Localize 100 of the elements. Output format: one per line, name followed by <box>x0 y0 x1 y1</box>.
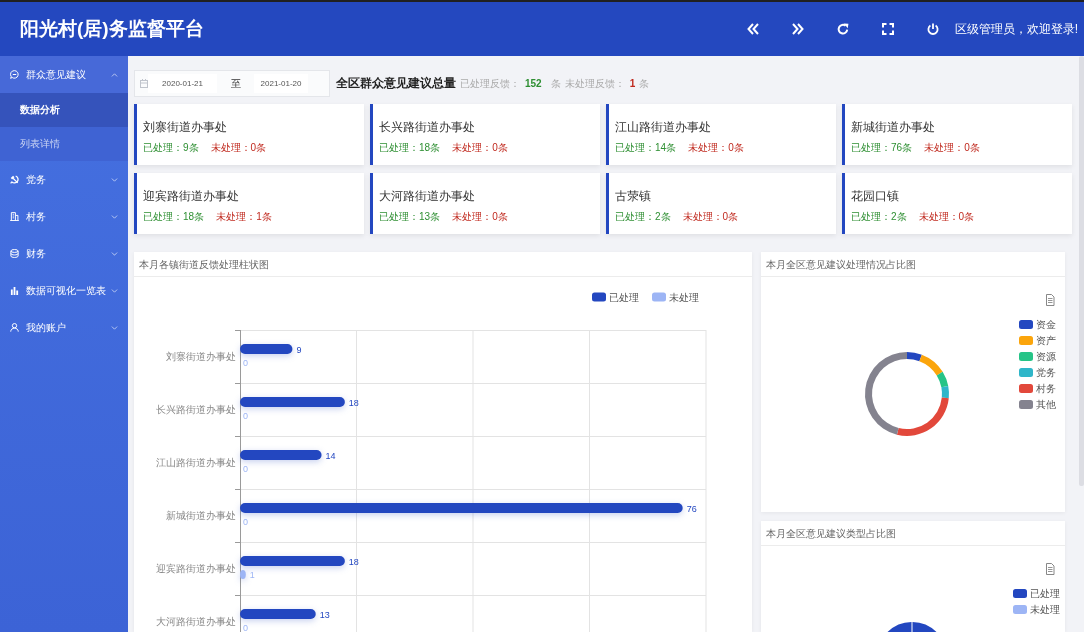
menu-item[interactable]: 财务 <box>0 235 128 272</box>
data-label: 9 <box>296 344 302 355</box>
count-unit: 条 <box>639 76 650 91</box>
processed-label: 已处理反馈： <box>460 76 520 91</box>
pending-stat: 未处理：0条 <box>682 210 739 224</box>
data-label: 18 <box>348 397 359 408</box>
legend-swatch-icon[interactable] <box>1019 368 1033 377</box>
category-label: 新城街道办事处 <box>166 510 236 521</box>
office-name: 新城街道办事处 <box>851 119 936 136</box>
office-name: 古荥镇 <box>615 188 652 205</box>
panel-title: 本月各镇街道反馈处理柱状图 <box>134 252 752 277</box>
legend-swatch-icon[interactable] <box>1019 400 1033 409</box>
hammer-sickle-icon <box>10 175 19 184</box>
data-label: 14 <box>325 450 336 461</box>
submenu-item[interactable]: 列表详情 <box>0 127 128 161</box>
legend-label[interactable]: 村务 <box>1036 383 1056 394</box>
end-date-input[interactable]: 2021-01-20 <box>254 74 308 93</box>
menu-item[interactable]: 数据可视化一览表 <box>0 272 128 309</box>
legend-swatch-icon[interactable] <box>1019 320 1033 329</box>
legend-label[interactable]: 资产 <box>1036 335 1056 346</box>
welcome-text: 区级管理员，欢迎登录! <box>954 20 1078 38</box>
submenu-item[interactable]: 数据分析 <box>0 93 128 127</box>
data-label: 13 <box>319 609 330 620</box>
category-label: 长兴路街道办事处 <box>156 404 236 415</box>
category-label: 江山路街道办事处 <box>156 457 236 468</box>
menu-item[interactable]: 党务 <box>0 161 128 198</box>
office-name: 长兴路街道办事处 <box>379 119 476 136</box>
legend-swatch-icon[interactable] <box>652 292 666 302</box>
data-label: 1 <box>249 570 255 580</box>
legend-label[interactable]: 资金 <box>1036 319 1056 330</box>
category-label: 刘寨街道办事处 <box>166 351 236 362</box>
calendar-icon <box>140 79 148 88</box>
processed-stat: 已处理：2条 <box>851 210 907 224</box>
processed-stat: 已处理：14条 <box>615 141 677 155</box>
double-chevron-left-icon[interactable] <box>746 23 759 35</box>
fullscreen-icon[interactable] <box>881 23 894 35</box>
start-date-input[interactable]: 2020-01-21 <box>148 74 217 93</box>
panel-title: 本月全区意见建议类型占比图 <box>761 521 1065 546</box>
building-icon <box>10 212 19 221</box>
processed-count: 152 <box>525 78 542 89</box>
document-icon[interactable] <box>1046 563 1055 575</box>
office-name: 大河路街道办事处 <box>379 188 476 205</box>
processed-stat: 已处理：76条 <box>851 141 913 155</box>
scrollbar-thumb[interactable] <box>1079 56 1084 486</box>
legend-label[interactable]: 已处理 <box>1030 588 1060 599</box>
bar <box>240 344 293 354</box>
legend-swatch-icon[interactable] <box>1013 605 1027 614</box>
double-chevron-right-icon[interactable] <box>791 23 804 35</box>
category-label: 大河路街道办事处 <box>156 616 236 627</box>
legend-label[interactable]: 未处理 <box>1030 604 1060 615</box>
processed-stat: 已处理：2条 <box>615 210 671 224</box>
summary-title: 全区群众意见建议总量 <box>336 75 456 92</box>
legend-swatch-icon[interactable] <box>1013 589 1027 598</box>
pending-stat: 未处理：0条 <box>918 210 975 224</box>
refresh-icon[interactable] <box>836 23 849 35</box>
range-separator: 至 <box>229 76 242 91</box>
power-icon[interactable] <box>926 23 939 35</box>
processed-stat: 已处理：9条 <box>143 141 199 155</box>
office-name: 花园口镇 <box>851 188 900 205</box>
legend-swatch-icon[interactable] <box>1019 384 1033 393</box>
pending-stat: 未处理：0条 <box>210 141 267 155</box>
office-name: 迎宾路街道办事处 <box>143 188 240 205</box>
data-label: 0 <box>243 623 248 632</box>
count-unit: 条 <box>550 76 561 91</box>
pending-stat: 未处理：0条 <box>924 141 980 155</box>
legend-label[interactable]: 未处理 <box>669 291 699 303</box>
data-label: 76 <box>686 503 697 514</box>
data-label: 0 <box>243 411 248 421</box>
legend-swatch-icon[interactable] <box>1019 352 1033 361</box>
pie-slice <box>887 622 937 632</box>
legend-label[interactable]: 其他 <box>1036 399 1056 410</box>
category-label: 迎宾路街道办事处 <box>156 563 236 574</box>
data-label: 0 <box>243 464 248 474</box>
user-icon <box>10 323 19 332</box>
document-icon[interactable] <box>1046 294 1055 306</box>
legend-label[interactable]: 资源 <box>1036 351 1056 362</box>
menu-item[interactable]: 我的账户 <box>0 309 128 346</box>
legend-swatch-icon[interactable] <box>592 292 606 302</box>
bar-chart-icon <box>10 286 19 295</box>
data-label: 0 <box>243 517 248 527</box>
bar <box>240 570 246 579</box>
data-label: 0 <box>243 358 248 368</box>
pending-stat: 未处理：0条 <box>452 141 508 155</box>
pending-stat: 未处理：0条 <box>688 141 744 155</box>
legend-label[interactable]: 党务 <box>1036 367 1056 378</box>
pending-label: 未处理反馈： <box>564 76 625 91</box>
legend-label[interactable]: 已处理 <box>609 291 639 303</box>
pending-stat: 未处理：0条 <box>452 210 508 224</box>
pending-count: 1 <box>629 78 636 89</box>
data-label: 18 <box>348 556 359 567</box>
legend-swatch-icon[interactable] <box>1019 336 1033 345</box>
menu-item[interactable]: 群众意见建议 <box>0 56 128 93</box>
pending-stat: 未处理：1条 <box>216 210 272 224</box>
processed-stat: 已处理：18条 <box>379 141 441 155</box>
date-range-picker[interactable]: 2020-01-21 至 2021-01-20 <box>134 70 330 97</box>
menu-item[interactable]: 村务 <box>0 198 128 235</box>
comment-icon <box>10 70 19 79</box>
database-icon <box>10 249 19 258</box>
app-title: 阳光村(居)务监督平台 <box>20 17 204 41</box>
office-name: 刘寨街道办事处 <box>143 119 228 136</box>
